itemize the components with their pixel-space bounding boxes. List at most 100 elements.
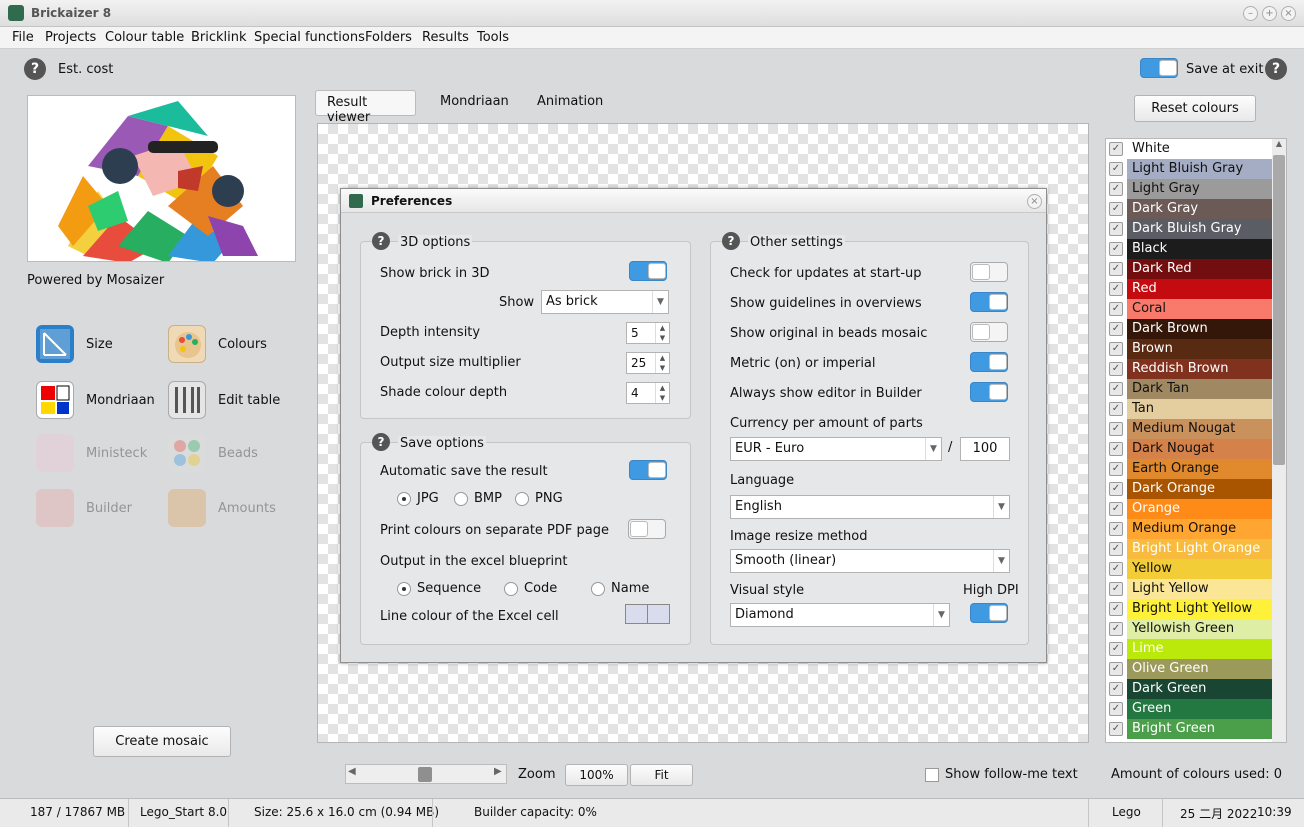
help-icon[interactable]: ? [722,232,740,250]
language-select[interactable]: English ▼ [730,495,1010,519]
slider-knob[interactable] [418,767,432,782]
create-mosaic-button[interactable]: Create mosaic [93,726,231,757]
colour-row[interactable]: ✓ Dark Nougat [1106,439,1274,459]
colour-checkbox[interactable]: ✓ [1109,282,1123,296]
show-brick-3d-toggle[interactable] [629,261,667,281]
colour-row[interactable]: ✓ Dark Red [1106,259,1274,279]
menu-projects[interactable]: Projects [45,30,96,45]
maximize-icon[interactable]: + [1262,6,1277,21]
show-original-toggle[interactable] [970,322,1008,342]
colour-checkbox[interactable]: ✓ [1109,522,1123,536]
fit-button[interactable]: Fit [630,764,693,786]
scrollbar-thumb[interactable] [1273,155,1285,465]
colour-checkbox[interactable]: ✓ [1109,342,1123,356]
colour-row[interactable]: ✓ Red [1106,279,1274,299]
reset-colours-button[interactable]: Reset colours [1134,95,1256,122]
colour-checkbox[interactable]: ✓ [1109,302,1123,316]
builder-tool-button[interactable]: Builder [36,489,156,529]
tab-animation[interactable]: Animation [526,90,614,116]
currency-select[interactable]: EUR - Euro ▼ [730,437,942,461]
tab-mondriaan[interactable]: Mondriaan [429,90,520,116]
sequence-radio[interactable] [397,582,411,596]
colours-tool-button[interactable]: Colours [168,325,278,365]
print-colours-toggle[interactable] [628,519,666,539]
colour-row[interactable]: ✓ Medium Nougat [1106,419,1274,439]
menu-file[interactable]: File [12,30,34,45]
shade-depth-spinner[interactable]: 4 ▲ ▼ [626,382,670,404]
depth-intensity-spinner[interactable]: 5 ▲ ▼ [626,322,670,344]
save-at-exit-toggle[interactable] [1140,58,1178,78]
close-icon[interactable]: × [1027,194,1042,209]
colour-row[interactable]: ✓ Tan [1106,399,1274,419]
arrow-down-icon[interactable]: ▼ [655,363,669,373]
menu-folders[interactable]: Folders [365,30,412,45]
arrow-down-icon[interactable]: ▼ [655,393,669,403]
show-guidelines-toggle[interactable] [970,292,1008,312]
colour-row[interactable]: ✓ Dark Orange [1106,479,1274,499]
visual-style-select[interactable]: Diamond ▼ [730,603,950,627]
colour-row[interactable]: ✓ Lime [1106,639,1274,659]
follow-me-checkbox[interactable] [925,768,939,782]
colour-checkbox[interactable]: ✓ [1109,362,1123,376]
colour-row[interactable]: ✓ Black [1106,239,1274,259]
colour-checkbox[interactable]: ✓ [1109,482,1123,496]
colour-row[interactable]: ✓ Dark Gray [1106,199,1274,219]
colour-checkbox[interactable]: ✓ [1109,182,1123,196]
colour-row[interactable]: ✓ Coral [1106,299,1274,319]
jpg-radio[interactable] [397,492,411,506]
colour-row[interactable]: ✓ Green [1106,699,1274,719]
colour-checkbox[interactable]: ✓ [1109,402,1123,416]
arrow-up-icon[interactable]: ▲ [1272,139,1286,153]
help-icon[interactable]: ? [372,433,390,451]
show-select[interactable]: As brick ▼ [541,290,669,314]
colour-checkbox[interactable]: ✓ [1109,442,1123,456]
arrow-up-icon[interactable]: ▲ [655,383,669,393]
amount-input[interactable]: 100 [960,437,1010,461]
colour-checkbox[interactable]: ✓ [1109,202,1123,216]
colour-row[interactable]: ✓ Dark Tan [1106,379,1274,399]
colour-checkbox[interactable]: ✓ [1109,582,1123,596]
colour-checkbox[interactable]: ✓ [1109,722,1123,736]
amounts-tool-button[interactable]: Amounts [168,489,288,529]
close-icon[interactable]: × [1281,6,1296,21]
colour-row[interactable]: ✓ Orange [1106,499,1274,519]
colour-checkbox[interactable]: ✓ [1109,642,1123,656]
colour-row[interactable]: ✓ Dark Bluish Gray [1106,219,1274,239]
colour-checkbox[interactable]: ✓ [1109,462,1123,476]
colour-row[interactable]: ✓ Reddish Brown [1106,359,1274,379]
colour-row[interactable]: ✓ Bright Light Yellow [1106,599,1274,619]
help-icon[interactable]: ? [24,58,46,80]
line-colour-swatch[interactable] [625,604,670,624]
code-radio[interactable] [504,582,518,596]
edit-table-tool-button[interactable]: Edit table [168,381,288,421]
colour-row[interactable]: ✓ Dark Green [1106,679,1274,699]
colour-list[interactable]: ✓ White ✓ Light Bluish Gray ✓ Light Gray ✓ Dark… [1105,138,1287,743]
colour-row[interactable]: ✓ Bright Green [1106,719,1274,739]
output-multiplier-spinner[interactable]: 25 ▲ ▼ [626,352,670,374]
colour-row[interactable]: ✓ Light Gray [1106,179,1274,199]
colour-checkbox[interactable]: ✓ [1109,162,1123,176]
colour-row[interactable]: ✓ Brown [1106,339,1274,359]
check-updates-toggle[interactable] [970,262,1008,282]
arrow-up-icon[interactable]: ▲ [655,323,669,333]
size-tool-button[interactable]: Size [36,325,146,365]
colour-row[interactable]: ✓ Light Bluish Gray [1106,159,1274,179]
menu-tools[interactable]: Tools [477,30,509,45]
name-radio[interactable] [591,582,605,596]
tab-result-viewer[interactable]: Result viewer [315,90,416,125]
help-icon[interactable]: ? [372,232,390,250]
colour-checkbox[interactable]: ✓ [1109,382,1123,396]
arrow-left-icon[interactable]: ◀ [348,766,356,777]
colour-checkbox[interactable]: ✓ [1109,322,1123,336]
bmp-radio[interactable] [454,492,468,506]
colour-row[interactable]: ✓ Earth Orange [1106,459,1274,479]
menu-colour-table[interactable]: Colour table [105,30,184,45]
mondriaan-tool-button[interactable]: Mondriaan [36,381,156,421]
colour-checkbox[interactable]: ✓ [1109,542,1123,556]
colour-checkbox[interactable]: ✓ [1109,262,1123,276]
menu-results[interactable]: Results [422,30,469,45]
colour-checkbox[interactable]: ✓ [1109,142,1123,156]
colour-checkbox[interactable]: ✓ [1109,702,1123,716]
menu-bricklink[interactable]: Bricklink [191,30,247,45]
arrow-down-icon[interactable]: ▼ [655,333,669,343]
